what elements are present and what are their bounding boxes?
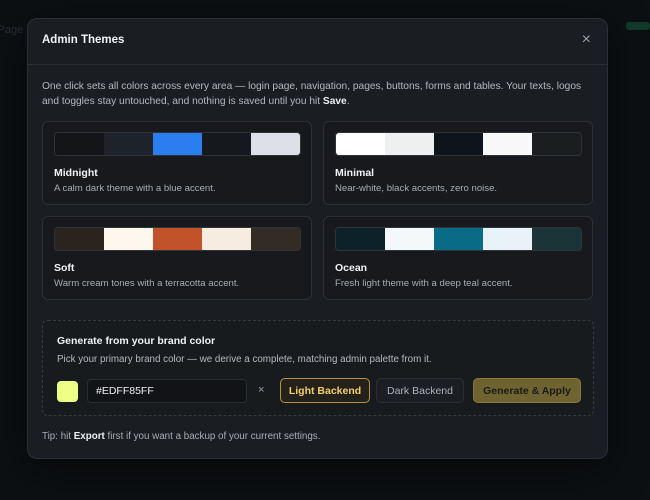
- theme-description: Warm cream tones with a terracotta accen…: [54, 278, 240, 289]
- tip-text-start: Tip: hit: [42, 431, 74, 442]
- modal-title: Admin Themes: [42, 34, 125, 46]
- tip-export-emphasis: Export: [73, 431, 105, 442]
- brand-color-picker[interactable]: [57, 381, 78, 402]
- theme-name: Ocean: [335, 262, 368, 274]
- swatch: [153, 228, 202, 250]
- brand-description: Pick your primary brand color — we deriv…: [57, 354, 432, 365]
- swatch: [104, 133, 153, 155]
- swatch: [202, 133, 251, 155]
- intro-save-emphasis: Save: [322, 96, 347, 107]
- intro-text-end: .: [346, 96, 350, 107]
- theme-card-minimal[interactable]: Minimal Near-white, black accents, zero …: [323, 121, 593, 205]
- swatch: [483, 133, 532, 155]
- theme-swatches: [54, 227, 301, 251]
- swatch: [251, 133, 300, 155]
- swatch: [434, 133, 483, 155]
- admin-themes-modal: Admin Themes × One click sets all colors…: [27, 18, 608, 459]
- swatch: [532, 228, 581, 250]
- dark-backend-button[interactable]: Dark Backend: [376, 378, 464, 403]
- swatch: [202, 228, 251, 250]
- background-page-label: i Page: [0, 24, 24, 36]
- theme-name: Soft: [54, 262, 75, 274]
- swatch: [104, 228, 153, 250]
- swatch: [434, 228, 483, 250]
- swatch: [55, 228, 104, 250]
- background-accent: [626, 22, 650, 30]
- intro-text-part: One click sets all colors across every a…: [42, 81, 582, 107]
- swatch: [385, 228, 434, 250]
- theme-card-soft[interactable]: Soft Warm cream tones with a terracotta …: [42, 216, 312, 300]
- close-icon[interactable]: ×: [582, 31, 591, 49]
- theme-name: Midnight: [54, 167, 98, 179]
- brand-title: Generate from your brand color: [57, 335, 216, 347]
- tip-text-end: first if you want a backup of your curre…: [104, 431, 321, 442]
- swatch: [251, 228, 300, 250]
- theme-swatches: [54, 132, 301, 156]
- brand-color-generator: Generate from your brand color Pick your…: [42, 320, 594, 416]
- swatch: [336, 228, 385, 250]
- modal-header: Admin Themes ×: [28, 19, 607, 65]
- theme-name: Minimal: [335, 167, 375, 179]
- generate-apply-button[interactable]: Generate & Apply: [473, 378, 581, 403]
- swatch: [55, 133, 104, 155]
- theme-swatches: [335, 227, 582, 251]
- swatch: [385, 133, 434, 155]
- swatch: [336, 133, 385, 155]
- theme-card-ocean[interactable]: Ocean Fresh light theme with a deep teal…: [323, 216, 593, 300]
- theme-swatches: [335, 132, 582, 156]
- hex-color-input[interactable]: [87, 379, 247, 403]
- theme-description: Fresh light theme with a deep teal accen…: [335, 278, 513, 289]
- swatch: [532, 133, 581, 155]
- intro-text: One click sets all colors across every a…: [42, 79, 594, 109]
- tip-text: Tip: hit Export first if you want a back…: [42, 431, 320, 442]
- light-backend-button[interactable]: Light Backend: [280, 378, 370, 403]
- clear-icon[interactable]: ×: [258, 384, 264, 396]
- theme-card-midnight[interactable]: Midnight A calm dark theme with a blue a…: [42, 121, 312, 205]
- swatch: [153, 133, 202, 155]
- swatch: [483, 228, 532, 250]
- theme-description: Near-white, black accents, zero noise.: [335, 183, 498, 194]
- theme-description: A calm dark theme with a blue accent.: [54, 183, 216, 194]
